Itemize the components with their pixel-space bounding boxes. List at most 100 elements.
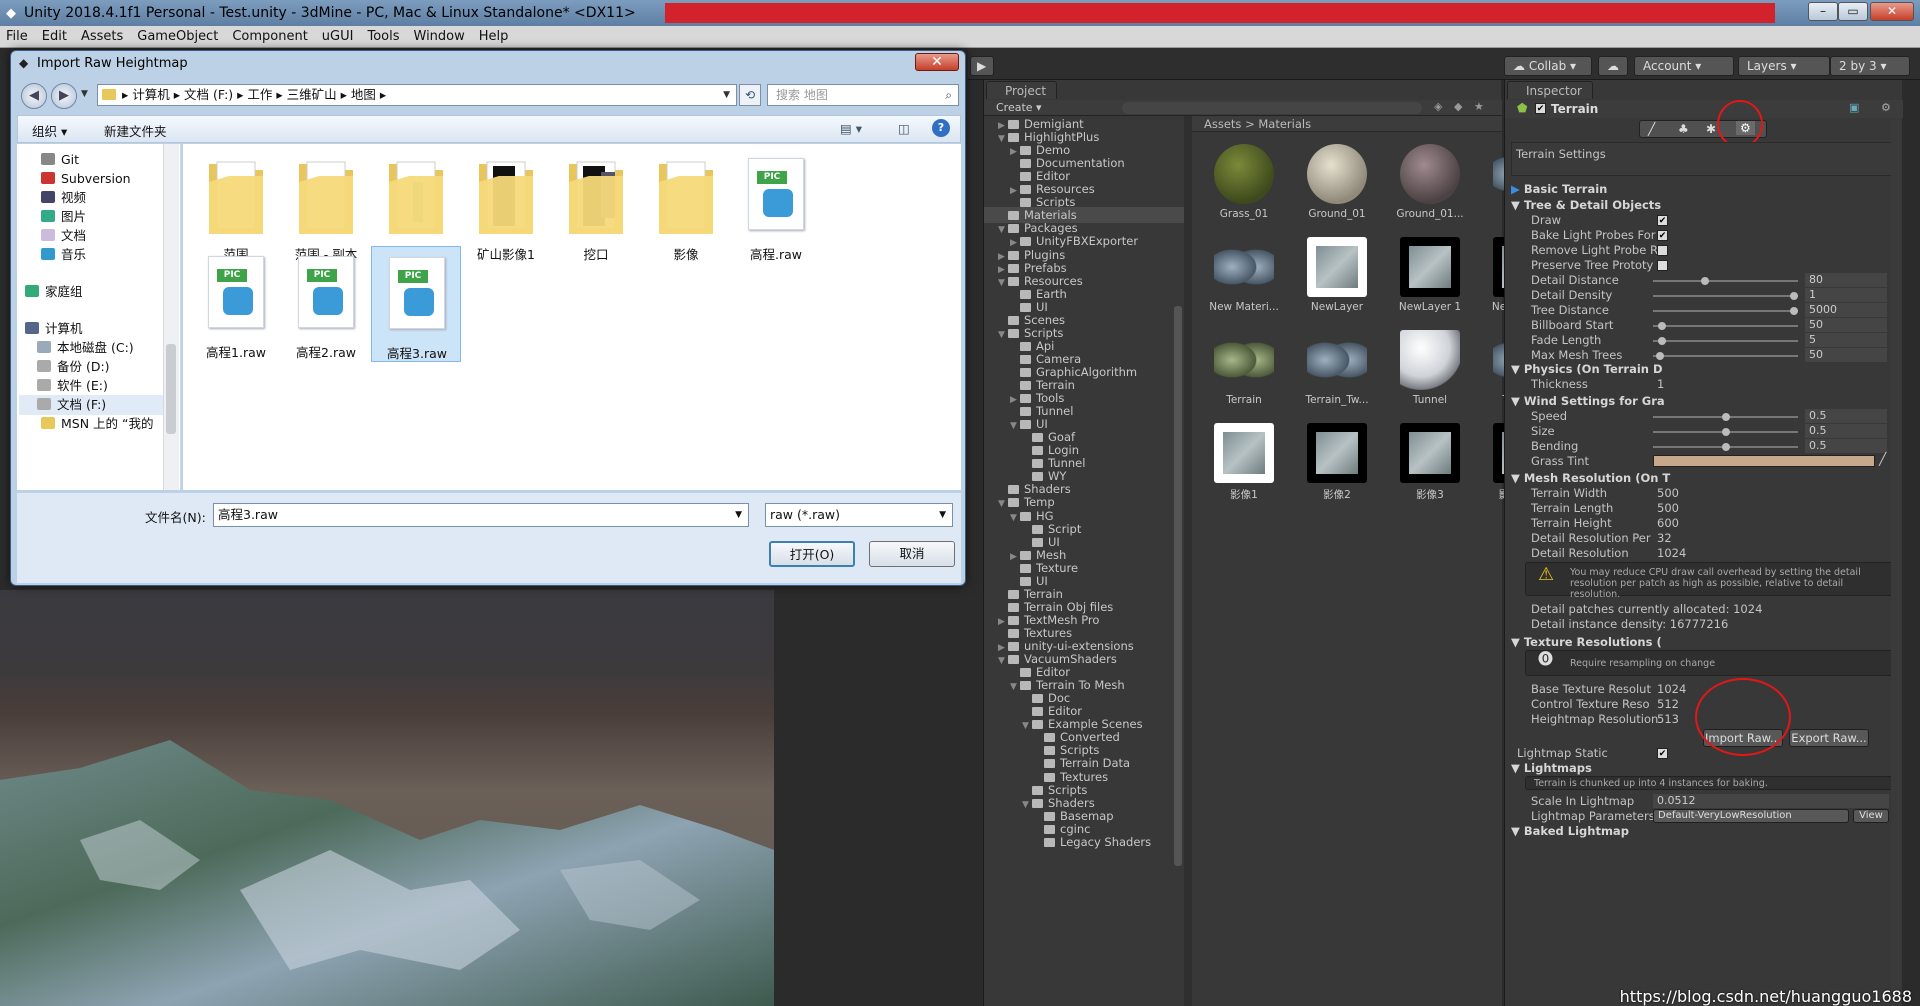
export-raw-button[interactable]: Export Raw... [1789,729,1869,747]
slider-track[interactable] [1653,307,1798,315]
nav-item-5[interactable]: 音乐 [41,245,86,265]
file-list[interactable]: 范围范围 - 副本矿山影像矿山影像1挖口影像PIC高程.rawPIC高程1.ra… [183,144,961,490]
maximize-button[interactable]: ▭ [1838,2,1868,21]
info-icon[interactable]: ▣ [1849,101,1859,114]
nav-item-0[interactable]: Git [41,150,79,170]
slider-knob[interactable] [1721,428,1730,436]
settings-icon[interactable]: ⚙ [1881,101,1891,114]
slider-track[interactable] [1653,413,1798,421]
project-tree[interactable]: ▶ Demigiant ▼ HighlightPlus ▶ Demo Documentati… [984,116,1184,1006]
color-picker-icon[interactable]: ╱ [1879,452,1886,466]
asset-item[interactable]: NewLayer 1 [1390,233,1470,323]
file-item[interactable]: PIC 高程1.raw [191,246,281,362]
asset-item[interactable]: Ground_01... [1390,140,1470,230]
menu-item-tools[interactable]: Tools [367,29,399,44]
nav-item-1[interactable]: Subversion [41,169,131,189]
file-item[interactable]: PIC 高程2.raw [281,246,371,362]
tab-inspector[interactable]: Inspector [1507,81,1593,99]
asset-item[interactable]: Tunnel [1390,326,1470,416]
minimize-button[interactable]: – [1808,2,1838,21]
breadcrumb[interactable]: Assets > Materials [1192,116,1502,132]
nav-item-3[interactable]: 图片 [41,207,86,227]
field-value[interactable]: 500 [1657,486,1679,501]
search-field[interactable] [1122,102,1422,114]
section-header[interactable]: ▼ Mesh Resolution (On T [1511,471,1670,486]
slider-track[interactable] [1653,428,1798,436]
path-segment[interactable]: 三维矿山 [287,87,337,102]
slider-knob[interactable] [1658,322,1667,330]
slider-track[interactable] [1653,292,1798,300]
nav-item-6[interactable]: 家庭组 [25,282,83,302]
search-input[interactable]: 搜索 地图 ⌕ [767,84,959,106]
file-item[interactable]: 挖口 [551,148,641,264]
field-value[interactable]: 512 [1657,697,1679,712]
slider-knob[interactable] [1721,443,1730,451]
address-bar[interactable]: ▸ 计算机 ▸ 文档 (F:) ▸ 工作 ▸ 三维矿山 ▸ 地图 ▸ ▼ [97,84,737,106]
asset-item[interactable]: Terrain [1204,326,1284,416]
path-segment[interactable]: 文档 (F:) [184,87,233,102]
filename-dropdown-icon[interactable]: ▼ [735,504,742,526]
slider-knob[interactable] [1790,307,1798,315]
grass-tint-swatch[interactable] [1653,455,1875,467]
nav-item-4[interactable]: 文档 [41,226,86,246]
number-field[interactable]: 0.5 [1805,424,1887,438]
section-header[interactable]: ▼ Texture Resolutions ( [1511,635,1662,650]
nav-item-11[interactable]: 文档 (F:) [19,395,163,415]
address-dropdown-icon[interactable]: ▼ [723,85,730,105]
section-header[interactable]: ▼ Wind Settings for Gra [1511,394,1665,409]
asset-item[interactable]: Terrain_Tw... [1297,326,1377,416]
filetype-select[interactable]: raw (*.raw) ▼ [765,503,953,527]
view-icon[interactable]: ▤ ▾ [840,121,862,136]
asset-item[interactable]: Grass_01 [1204,140,1284,230]
forward-icon[interactable]: ▶ [51,83,77,109]
star-icon[interactable]: ★ [1474,100,1484,113]
pane-splitter[interactable] [1184,116,1192,1006]
cancel-button[interactable]: 取消 [869,541,955,567]
asset-item[interactable]: 影像2 [1297,419,1377,509]
path-segment[interactable]: 计算机 [132,87,170,102]
number-field[interactable]: 0.5 [1805,409,1887,423]
filename-input[interactable]: 高程3.raw ▼ [213,503,749,527]
collab-button[interactable]: ☁ Collab ▾ [1504,56,1592,76]
preserve-checkbox[interactable] [1657,260,1668,271]
slider-track[interactable] [1653,443,1798,451]
section-header[interactable]: ▼ Baked Lightmap [1511,824,1629,839]
asset-grid[interactable]: Assets > Materials Grass_01 Ground_01 Grou… [1192,116,1554,1006]
field-value[interactable]: 1024 [1657,682,1686,697]
asset-item[interactable]: Ground_01 [1297,140,1377,230]
scale-field[interactable]: 0.0512 [1653,794,1889,808]
grass-icon[interactable]: ✱ [1706,122,1716,136]
field-value[interactable]: 600 [1657,516,1679,531]
section-header[interactable]: ▶ Basic Terrain [1511,182,1607,197]
file-item[interactable]: 矿山影像1 [461,148,551,264]
number-field[interactable]: 50 [1805,318,1887,332]
field-value[interactable]: 32 [1657,531,1672,546]
asset-item[interactable]: New Materi... [1204,233,1284,323]
back-icon[interactable]: ◀ [21,83,47,109]
bake-light-checkbox[interactable]: ✔ [1657,230,1668,241]
cloud-icon[interactable]: ☁ [1598,56,1628,76]
menu-item-assets[interactable]: Assets [81,29,123,44]
inspector-scrollbar[interactable] [1891,120,1901,990]
tab-project[interactable]: Project [986,81,1058,99]
lightmap-static-checkbox[interactable]: ✔ [1657,748,1668,759]
nav-item-7[interactable]: 计算机 [25,319,83,339]
slider-knob[interactable] [1790,292,1798,300]
label-icon[interactable]: ◆ [1454,100,1462,113]
filter-icon[interactable]: ◈ [1434,100,1442,113]
path-segment[interactable]: 地图 [351,87,376,102]
number-field[interactable]: 5000 [1805,303,1887,317]
close-button[interactable]: ✕ [1870,2,1914,21]
field-value[interactable]: 1024 [1657,546,1686,561]
asset-item[interactable]: 影像3 [1390,419,1470,509]
slider-track[interactable] [1653,337,1798,345]
nav-item-8[interactable]: 本地磁盘 (C:) [37,338,134,358]
file-item[interactable]: PIC 高程3.raw [371,246,461,362]
slider-knob[interactable] [1700,277,1709,285]
nav-scroll-thumb[interactable] [166,344,176,434]
slider-knob[interactable] [1658,337,1667,345]
field-value[interactable]: 1 [1657,377,1664,392]
slider-knob[interactable] [1655,352,1664,360]
menu-item-help[interactable]: Help [479,29,509,44]
filetype-dropdown-icon[interactable]: ▼ [939,504,946,526]
